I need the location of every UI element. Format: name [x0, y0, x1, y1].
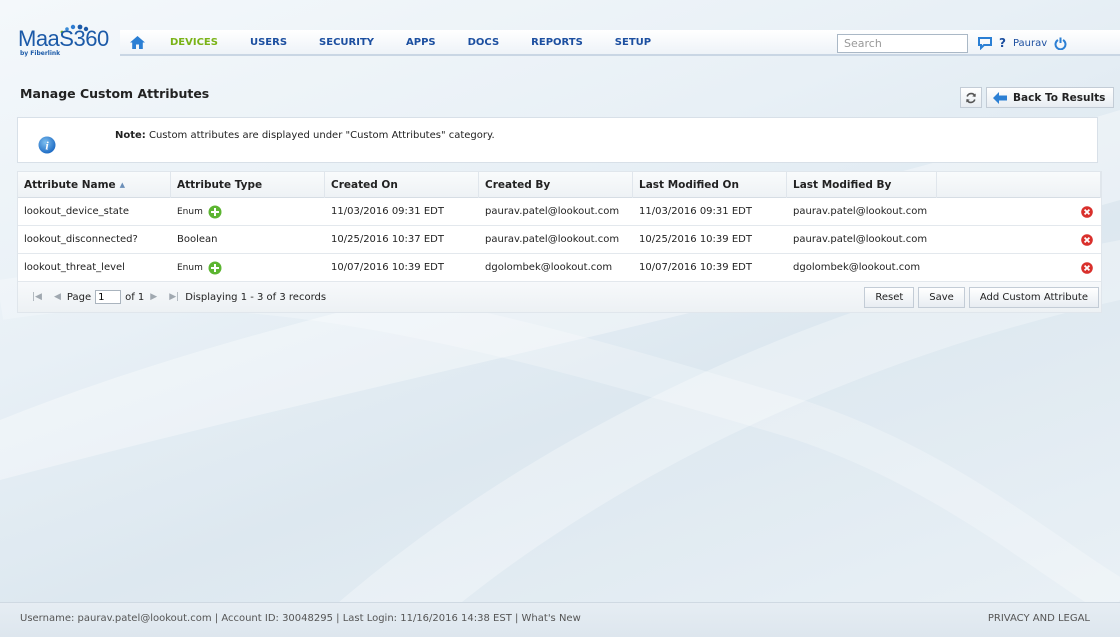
cell-modified-on: 10/07/2016 10:39 EDT [639, 262, 752, 273]
title-actions: Back To Results [960, 87, 1115, 108]
nav-users[interactable]: USERS [234, 37, 303, 48]
col-last-modified-by[interactable]: Last Modified By [787, 171, 937, 198]
col-attribute-name[interactable]: Attribute Name ▲ [18, 171, 171, 198]
page-footer: Username: paurav.patel@lookout.com | Acc… [0, 602, 1120, 637]
cell-modified-by: paurav.patel@lookout.com [793, 234, 928, 245]
cell-actions [937, 261, 1101, 274]
header-actions: ? Paurav [978, 34, 1067, 52]
nav-devices[interactable]: DEVICES [154, 37, 234, 48]
cell-actions [937, 233, 1101, 246]
info-note: i Note: Custom attributes are displayed … [17, 117, 1098, 163]
cell-created-on: 10/07/2016 10:39 EDT [331, 262, 444, 273]
nav-reports[interactable]: REPORTS [515, 37, 599, 48]
table-actions: Reset Save Add Custom Attribute [860, 287, 1099, 308]
feedback-icon[interactable] [978, 36, 992, 50]
add-value-icon[interactable] [208, 205, 222, 219]
cell-actions [937, 205, 1101, 218]
col-label: Last Modified By [793, 178, 892, 191]
refresh-button[interactable] [960, 87, 982, 108]
cell-type: Boolean [177, 234, 218, 245]
cell-name: lookout_threat_level [24, 262, 125, 273]
search-input[interactable] [837, 34, 968, 53]
logo-subtitle: by Fiberlink [20, 50, 61, 57]
cell-name: lookout_disconnected? [24, 234, 138, 245]
cell-modified-on: 11/03/2016 09:31 EDT [639, 206, 752, 217]
type-label: Enum [177, 262, 203, 273]
delete-icon[interactable] [1081, 205, 1093, 218]
col-label: Created On [331, 178, 398, 191]
info-icon: i [38, 136, 56, 154]
prev-page-icon[interactable]: ◀ [54, 292, 61, 302]
cell-modified-on: 10/25/2016 10:39 EDT [639, 234, 752, 245]
table-header: Attribute Name ▲ Attribute Type Created … [18, 171, 1101, 198]
cell-modified-by: dgolombek@lookout.com [793, 262, 921, 273]
home-icon [129, 35, 145, 49]
note-label: Note: [115, 130, 146, 141]
type-label: Enum [177, 206, 203, 217]
cell-created-by: paurav.patel@lookout.com [485, 234, 620, 245]
cell-created-by: dgolombek@lookout.com [485, 262, 613, 273]
page-count: of 1 [125, 291, 145, 303]
nav-apps[interactable]: APPS [390, 37, 452, 48]
table-pager: |◀ ◀ Page of 1 ▶ ▶| Displaying 1 - 3 of … [18, 282, 1101, 312]
cell-created-on: 11/03/2016 09:31 EDT [331, 206, 444, 217]
cell-type: Enum [171, 205, 325, 219]
app-header: MaaS360 by Fiberlink DEVICES USERS SECUR… [0, 0, 1120, 64]
home-button[interactable] [120, 35, 154, 49]
col-label: Last Modified On [639, 178, 739, 191]
col-created-on[interactable]: Created On [325, 171, 479, 198]
col-label: Attribute Name [24, 178, 116, 191]
col-actions [937, 171, 1101, 198]
page-title: Manage Custom Attributes [20, 86, 210, 101]
table-row[interactable]: lookout_disconnected? Boolean 10/25/2016… [18, 226, 1101, 254]
nav-security[interactable]: SECURITY [303, 37, 390, 48]
delete-icon[interactable] [1081, 233, 1093, 246]
cell-type: Enum [171, 261, 325, 275]
back-to-results-button[interactable]: Back To Results [986, 87, 1115, 108]
power-icon[interactable] [1054, 37, 1067, 50]
user-menu[interactable]: Paurav [1013, 38, 1047, 49]
table-row[interactable]: lookout_device_state Enum 11/03/2016 09:… [18, 198, 1101, 226]
add-value-icon[interactable] [208, 261, 222, 275]
cell-name: lookout_device_state [24, 206, 130, 217]
refresh-icon [966, 92, 976, 103]
back-to-results-label: Back To Results [1013, 91, 1106, 104]
last-page-icon[interactable]: ▶| [169, 292, 179, 302]
first-page-icon[interactable]: |◀ [32, 292, 42, 302]
reset-button[interactable]: Reset [864, 287, 915, 308]
col-created-by[interactable]: Created By [479, 171, 633, 198]
records-display: Displaying 1 - 3 of 3 records [185, 291, 327, 303]
col-label: Attribute Type [177, 178, 263, 191]
privacy-legal-link[interactable]: PRIVACY AND LEGAL [988, 613, 1090, 624]
col-attribute-type[interactable]: Attribute Type [171, 171, 325, 198]
col-label: Created By [485, 178, 551, 191]
maas360-logo[interactable]: MaaS360 by Fiberlink [18, 24, 109, 58]
cell-created-on: 10/25/2016 10:37 EDT [331, 234, 444, 245]
account-info: Username: paurav.patel@lookout.com | Acc… [20, 613, 581, 624]
cell-created-by: paurav.patel@lookout.com [485, 206, 620, 217]
add-custom-attribute-button[interactable]: Add Custom Attribute [968, 287, 1099, 308]
help-icon[interactable]: ? [999, 36, 1006, 50]
main-nav: DEVICES USERS SECURITY APPS DOCS REPORTS… [120, 30, 1120, 56]
back-arrow-icon [993, 91, 1007, 104]
info-note-text: Note: Custom attributes are displayed un… [115, 130, 495, 141]
col-last-modified-on[interactable]: Last Modified On [633, 171, 787, 198]
next-page-icon[interactable]: ▶ [150, 292, 157, 302]
sort-asc-icon: ▲ [119, 180, 126, 189]
logo-text: MaaS360 [18, 26, 109, 51]
delete-icon[interactable] [1081, 261, 1093, 274]
table-row[interactable]: lookout_threat_level Enum 10/07/2016 10:… [18, 254, 1101, 282]
nav-setup[interactable]: SETUP [599, 37, 667, 48]
page-label: Page [66, 291, 92, 303]
attributes-table: Attribute Name ▲ Attribute Type Created … [17, 171, 1102, 313]
page-number-input[interactable] [95, 290, 122, 304]
save-button[interactable]: Save [918, 287, 965, 308]
nav-docs[interactable]: DOCS [452, 37, 516, 48]
cell-modified-by: paurav.patel@lookout.com [793, 206, 928, 217]
note-message: Custom attributes are displayed under "C… [145, 130, 495, 141]
